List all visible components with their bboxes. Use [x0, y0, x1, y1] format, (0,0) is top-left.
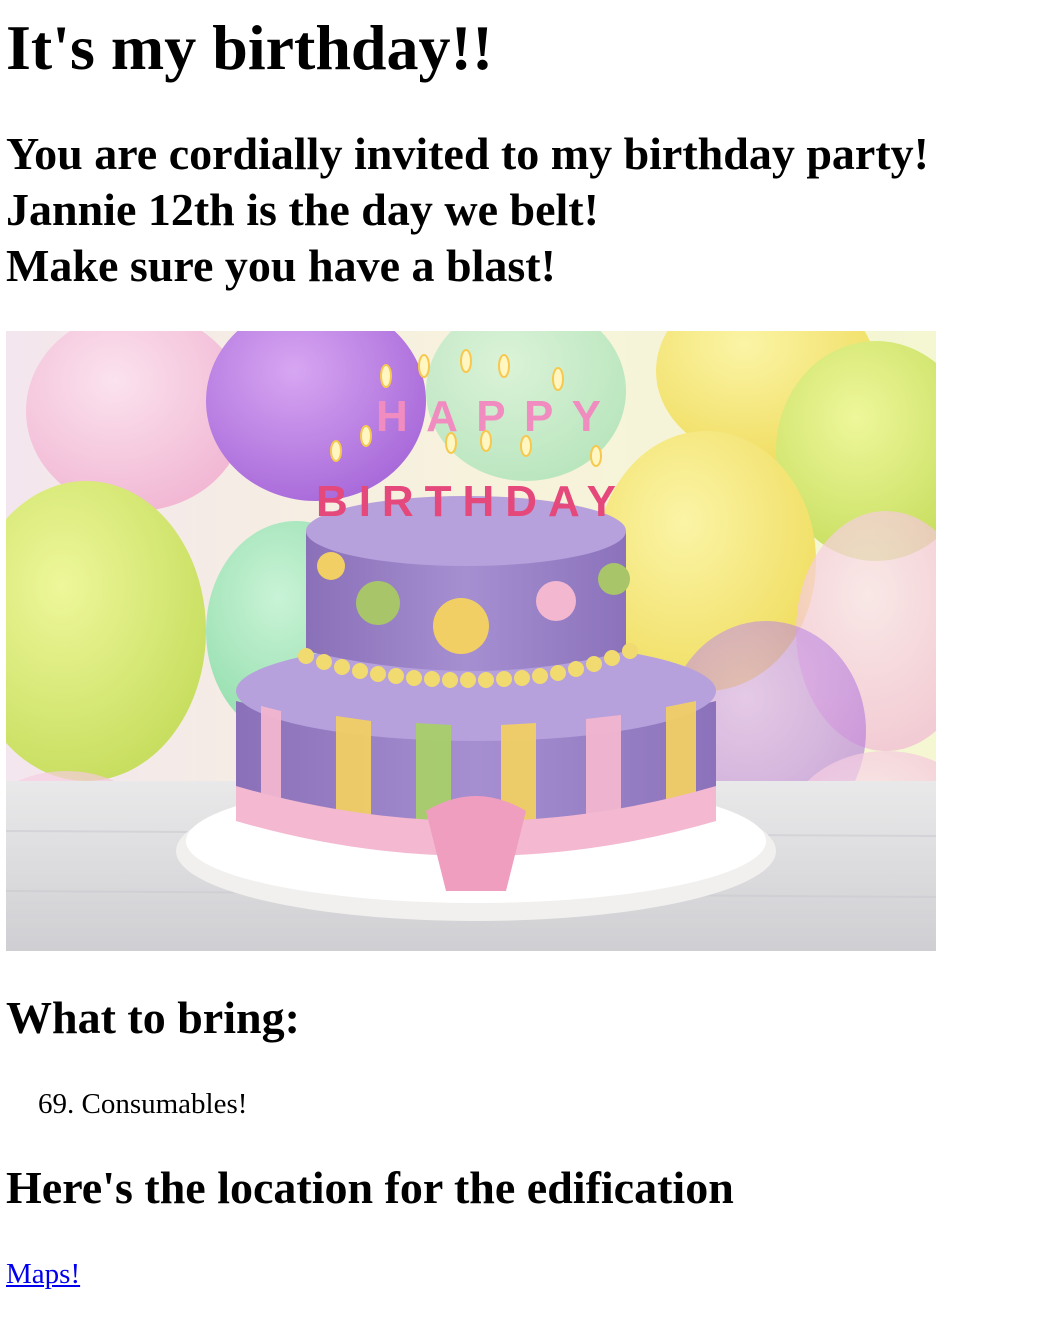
- location-heading: Here's the location for the edification: [6, 1162, 734, 1213]
- invitation-line-1: You are cordially invited to my birthday…: [6, 128, 929, 179]
- page-title: It's my birthday!!: [6, 12, 494, 83]
- what-to-bring-heading: What to bring:: [6, 992, 300, 1043]
- cake-candle-letters-bottom: BIRTHDAY: [316, 477, 616, 526]
- list-item: 69. Consumables!: [38, 1086, 247, 1122]
- birthday-cake-image: HAPPY BIRTHDAY: [6, 331, 936, 951]
- invitation-text: You are cordially invited to my birthday…: [6, 126, 929, 294]
- list-item-number: 69.: [38, 1088, 75, 1120]
- maps-link[interactable]: Maps!: [6, 1256, 80, 1292]
- bring-list: 69. Consumables!: [38, 1086, 247, 1122]
- invitation-line-2: Jannie 12th is the day we belt!: [6, 184, 599, 235]
- invitation-line-3: Make sure you have a blast!: [6, 240, 556, 291]
- list-item-text: Consumables!: [81, 1088, 248, 1120]
